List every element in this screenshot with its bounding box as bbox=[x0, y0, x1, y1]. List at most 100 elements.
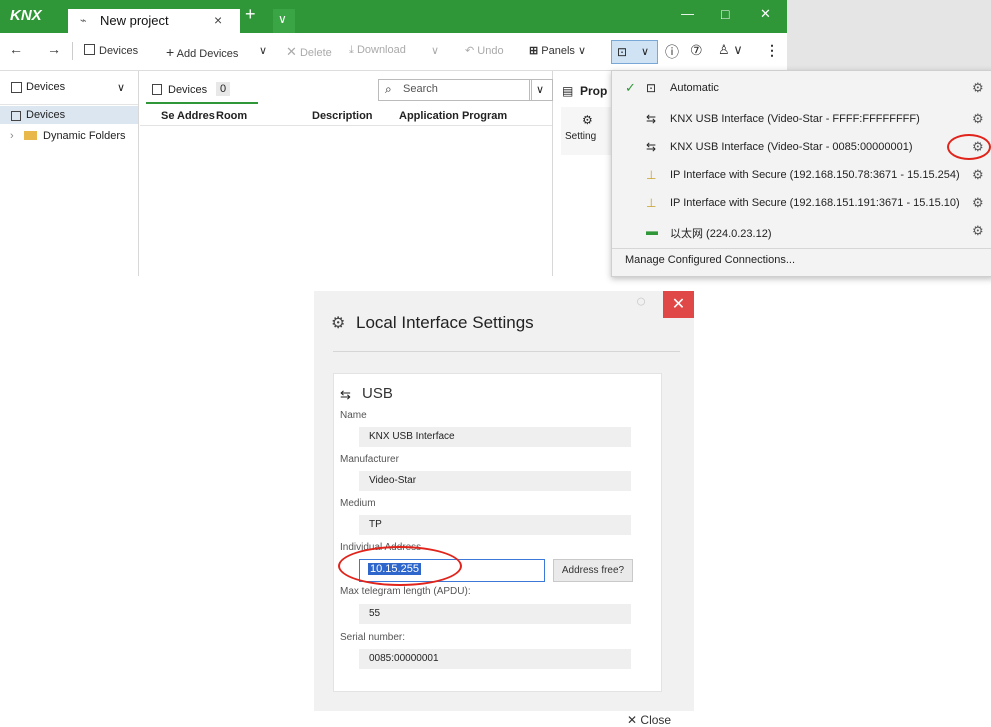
manufacturer-field: Video-Star bbox=[359, 471, 631, 491]
knx-logo-text: KNX bbox=[10, 7, 42, 24]
manage-connections-item[interactable]: Manage Configured Connections... bbox=[625, 254, 795, 266]
usb-icon: ⇆ bbox=[340, 387, 351, 402]
section-title: USB bbox=[362, 385, 393, 402]
panel-icon bbox=[152, 84, 162, 95]
checkmark-icon: ✓ bbox=[625, 80, 636, 95]
plus-icon: + bbox=[166, 44, 175, 60]
close-button[interactable]: ✕ Close bbox=[627, 713, 671, 727]
search-dropdown-button[interactable]: ∨ bbox=[529, 79, 553, 101]
tree-item-label: Dynamic Folders bbox=[43, 130, 126, 142]
interface-item-label: KNX USB Interface (Video-Star - 0085:000… bbox=[670, 141, 913, 153]
properties-title: Prop bbox=[580, 84, 608, 98]
delete-button[interactable]: ✕ Delete bbox=[286, 44, 332, 60]
devices-toolbar-button[interactable]: Devices bbox=[84, 44, 138, 57]
devices-tab-label: Devices bbox=[168, 84, 208, 96]
gear-icon[interactable]: ⚙ bbox=[972, 167, 984, 183]
column-header-description[interactable]: Description bbox=[312, 110, 373, 122]
interface-selector-button[interactable]: ⊡ ∨ bbox=[611, 40, 658, 64]
panels-button[interactable]: ⊞ Panels ∨ bbox=[529, 44, 586, 57]
tree-pane-title: Devices bbox=[26, 81, 66, 93]
interface-item-label: KNX USB Interface (Video-Star - FFFF:FFF… bbox=[670, 113, 920, 125]
toolbar: ← → Devices + Add Devices ∨ ✕ Delete ⤓ D… bbox=[0, 33, 787, 71]
undo-icon: ↶ bbox=[465, 45, 475, 57]
gear-icon: ⚙ bbox=[582, 113, 593, 127]
project-icon: ⌁ bbox=[80, 15, 87, 27]
maximize-button[interactable]: □ bbox=[721, 6, 729, 22]
ip-icon: ⊥ bbox=[646, 168, 657, 182]
manufacturer-label: Manufacturer bbox=[340, 454, 399, 465]
interface-item-automatic[interactable]: ✓ ⊡ Automatic ⚙ bbox=[612, 74, 991, 104]
annotation-circle bbox=[338, 546, 462, 586]
download-button[interactable]: ⤓ Download bbox=[349, 44, 406, 57]
undo-button[interactable]: ↶ Undo bbox=[465, 44, 504, 57]
interface-item-label: IP Interface with Secure (192.168.151.19… bbox=[670, 197, 960, 209]
search-input[interactable]: ⌕ Search bbox=[378, 79, 532, 101]
tree-item-dynamic-folders[interactable]: › Dynamic Folders bbox=[0, 127, 138, 145]
help-icon[interactable]: ⑦ bbox=[690, 42, 703, 59]
address-free-button[interactable]: Address free? bbox=[553, 559, 633, 582]
toolbar-divider bbox=[72, 42, 73, 60]
devices-panel-tab[interactable]: Devices 0 bbox=[146, 80, 258, 104]
background-panel bbox=[787, 0, 991, 70]
name-field: KNX USB Interface bbox=[359, 427, 631, 447]
chevron-down-icon: ∨ bbox=[641, 46, 650, 58]
user-icon[interactable]: ♙ ∨ bbox=[718, 42, 743, 58]
minimize-button[interactable]: — bbox=[681, 6, 694, 21]
usb-icon: ⇆ bbox=[646, 112, 657, 126]
tree-pane-header[interactable]: Devices ∨ bbox=[0, 71, 138, 105]
interface-item-label: Automatic bbox=[670, 82, 719, 94]
dialog-close-x-button[interactable]: ✕ bbox=[663, 291, 694, 318]
tab-dropdown-button[interactable]: ∨ bbox=[273, 9, 295, 33]
apdu-field: 55 bbox=[359, 604, 631, 624]
add-devices-dropdown[interactable]: ∨ bbox=[259, 44, 267, 57]
gear-icon[interactable]: ⚙ bbox=[972, 195, 984, 211]
chevron-down-icon: ∨ bbox=[536, 84, 545, 96]
chevron-down-icon: ∨ bbox=[259, 45, 268, 57]
properties-panel: ▤ Prop ⚙ Setting bbox=[553, 71, 613, 276]
settings-tab[interactable]: ⚙ Setting bbox=[561, 107, 613, 155]
interface-item-usb-1[interactable]: ⇆ KNX USB Interface (Video-Star - FFFF:F… bbox=[612, 105, 991, 135]
title-bar: KNX ⌁ New project × + ∨ — □ ✕ bbox=[0, 0, 787, 33]
gear-icon[interactable]: ⚙ bbox=[972, 80, 984, 96]
close-icon: ✕ bbox=[627, 713, 638, 727]
interface-item-label: 以太网 (224.0.23.12) bbox=[670, 228, 772, 240]
more-menu-icon[interactable]: ⋮ bbox=[765, 42, 779, 59]
panel-icon bbox=[84, 44, 95, 55]
interface-item-usb-2[interactable]: ⇆ KNX USB Interface (Video-Star - 0085:0… bbox=[612, 133, 991, 163]
restore-icon[interactable]: ○ bbox=[621, 291, 661, 318]
tab-close-button[interactable]: × bbox=[214, 12, 222, 28]
forward-button[interactable]: → bbox=[47, 41, 61, 57]
apdu-label: Max telegram length (APDU): bbox=[340, 586, 471, 597]
project-tab[interactable]: ⌁ New project × bbox=[68, 9, 240, 33]
tree-item-devices[interactable]: Devices bbox=[0, 106, 138, 124]
serial-number-label: Serial number: bbox=[340, 632, 406, 643]
chevron-down-icon: ∨ bbox=[577, 45, 587, 57]
interface-item-label: IP Interface with Secure (192.168.150.78… bbox=[670, 169, 960, 181]
devices-count-badge: 0 bbox=[216, 82, 231, 96]
menu-divider bbox=[612, 248, 991, 249]
back-button[interactable]: ← bbox=[9, 41, 23, 57]
add-devices-button[interactable]: + Add Devices bbox=[166, 44, 238, 60]
new-tab-button[interactable]: + bbox=[245, 4, 256, 25]
gear-icon[interactable]: ⚙ bbox=[972, 223, 984, 239]
chevron-down-icon: ∨ bbox=[431, 45, 440, 57]
column-header-address[interactable]: Addres bbox=[177, 110, 215, 122]
interface-item-ip-1[interactable]: ⊥ IP Interface with Secure (192.168.150.… bbox=[612, 161, 991, 191]
info-icon[interactable]: ⓘ bbox=[665, 42, 679, 62]
interface-item-ip-2[interactable]: ⊥ IP Interface with Secure (192.168.151.… bbox=[612, 189, 991, 219]
column-header-application-program[interactable]: Application Program bbox=[399, 110, 507, 122]
download-dropdown[interactable]: ∨ bbox=[431, 44, 439, 57]
close-window-button[interactable]: ✕ bbox=[760, 6, 771, 22]
folder-icon bbox=[24, 131, 37, 140]
interface-item-ethernet[interactable]: ▬ 以太网 (224.0.23.12) ⚙ bbox=[612, 217, 991, 247]
ip-icon: ⊥ bbox=[646, 196, 657, 210]
column-header-se[interactable]: Se bbox=[161, 110, 174, 122]
annotation-circle bbox=[947, 134, 991, 160]
interface-icon: ⊡ bbox=[617, 45, 628, 59]
panel-icon bbox=[11, 82, 22, 93]
document-icon: ▤ bbox=[562, 84, 574, 98]
gear-icon[interactable]: ⚙ bbox=[972, 111, 984, 127]
column-header-room[interactable]: Room bbox=[216, 110, 247, 122]
medium-label: Medium bbox=[340, 498, 376, 509]
medium-field: TP bbox=[359, 515, 631, 535]
